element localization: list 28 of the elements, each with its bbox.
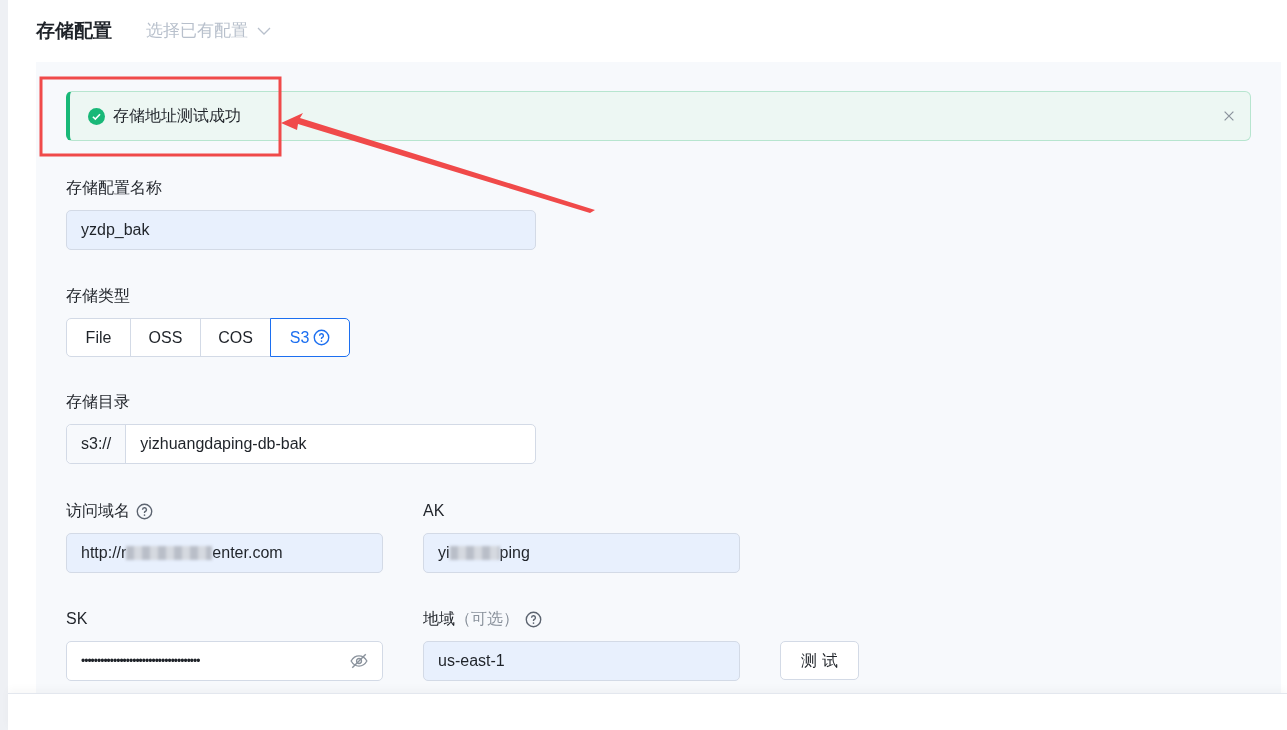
field-label: 存储类型 [66,286,130,306]
section-title: 存储配置 [36,18,112,43]
field-label: 地域 [423,609,455,629]
path-prefix: s3:// [67,425,127,463]
storage-type-tab[interactable]: File [66,318,131,357]
close-icon[interactable] [1222,109,1236,123]
check-circle-icon [88,107,105,125]
alert-message: 存储地址测试成功 [113,106,242,126]
help-icon[interactable] [136,502,153,520]
field-label: 存储配置名称 [66,178,162,198]
test-button[interactable]: 测 试 [780,641,859,680]
ak-field[interactable]: yi ping [423,533,740,573]
sk-field[interactable]: ••••••••••••••••••••••••••••••••••••• [66,641,383,681]
eye-off-icon[interactable] [350,652,368,670]
storage-type-tab[interactable]: OSS [130,318,201,357]
field-label: 访问域名 [66,501,130,521]
endpoint-field[interactable]: http://r enter.com [66,533,383,573]
optional-hint: （可选） [455,609,519,629]
field-label: 存储目录 [66,392,130,412]
storage-type-tab[interactable]: COS [200,318,271,357]
directory-field[interactable]: s3:// yizhuangdaping-db-bak [66,424,536,464]
field-label: SK [66,609,88,629]
region-field[interactable]: us-east-1 [423,641,740,681]
storage-type-tab[interactable]: S3 [270,318,350,357]
help-icon[interactable] [525,610,542,628]
field-label: AK [423,501,445,521]
help-icon[interactable] [313,329,331,346]
name-field[interactable]: yzdp_bak [66,210,536,250]
